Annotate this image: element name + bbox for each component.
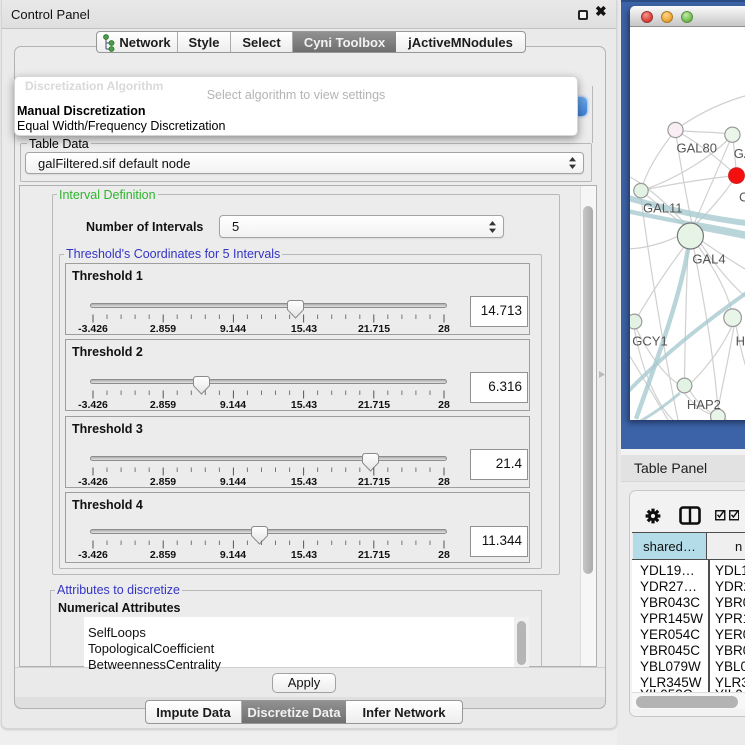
svg-text:GAL80: GAL80 <box>677 141 717 156</box>
svg-text:H: H <box>736 334 745 349</box>
svg-text:GAL11: GAL11 <box>643 200 683 215</box>
svg-text:C: C <box>739 190 745 205</box>
svg-text:GA: GA <box>734 146 745 161</box>
svg-text:HAP2: HAP2 <box>687 397 721 412</box>
svg-text:GAL4: GAL4 <box>692 252 725 267</box>
svg-text:GCY1: GCY1 <box>632 334 667 349</box>
